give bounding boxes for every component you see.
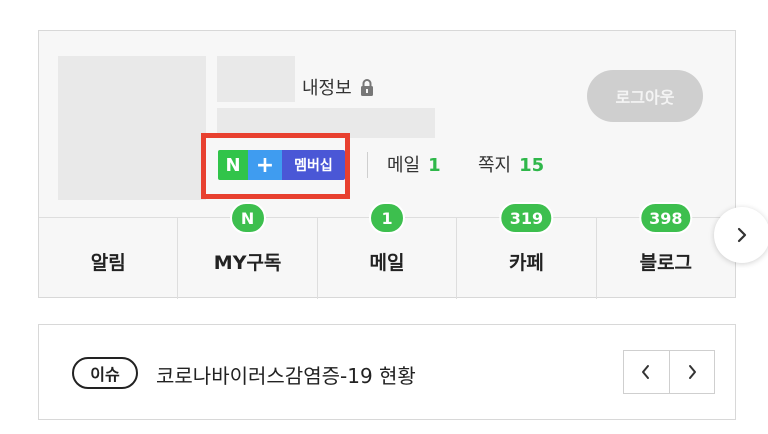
tab-label: 카페: [508, 252, 544, 274]
tab-notifications[interactable]: 알림: [39, 218, 177, 299]
plus-icon: +: [248, 150, 282, 180]
tab-badge: 398: [639, 202, 693, 234]
user-name-placeholder: [217, 56, 295, 102]
tabs-next-button[interactable]: [714, 207, 768, 263]
issue-tag: 이슈: [72, 357, 138, 389]
my-info-link[interactable]: 내정보: [302, 74, 374, 100]
tab-cafe[interactable]: 319 카페: [456, 202, 595, 299]
lock-icon: [360, 79, 373, 96]
mail-count: 1: [428, 155, 441, 176]
tab-mail[interactable]: 1 메일: [316, 202, 456, 299]
chevron-right-icon: [688, 365, 696, 379]
issue-prev-button[interactable]: [624, 351, 669, 393]
tab-badge: N: [229, 202, 266, 234]
issue-next-button[interactable]: [668, 351, 715, 393]
tab-badge: 319: [499, 202, 554, 234]
tab-label: 알림: [90, 252, 126, 274]
note-count: 15: [519, 155, 545, 176]
issue-headline[interactable]: 코로나바이러스감염증-19 현황: [156, 360, 416, 389]
profile-image-placeholder[interactable]: [58, 56, 206, 200]
account-panel: 내정보 로그아웃 N + 멤버십 메일 1 쪽지 15 알림 N MY구독 1 메일: [38, 30, 736, 299]
issue-pager: [623, 350, 715, 394]
my-info-label: 내정보: [302, 78, 352, 99]
chevron-right-icon: [737, 227, 747, 243]
membership-badge[interactable]: N + 멤버십: [218, 150, 345, 180]
tab-my-subscriptions[interactable]: N MY구독: [177, 202, 316, 299]
divider: [367, 152, 368, 178]
service-tabs: 알림 N MY구독 1 메일 319 카페 398 블로그: [39, 202, 735, 299]
tab-label: 블로그: [639, 252, 693, 274]
logout-button[interactable]: 로그아웃: [587, 70, 703, 122]
membership-label: 멤버십: [282, 150, 345, 180]
chevron-left-icon: [642, 365, 650, 379]
issue-box: 이슈 코로나바이러스감염증-19 현황: [38, 324, 736, 420]
tab-label: 메일: [369, 252, 405, 274]
note-count-link[interactable]: 쪽지 15: [478, 151, 544, 177]
tab-badge: 1: [369, 202, 406, 234]
mail-count-link[interactable]: 메일 1: [387, 151, 441, 177]
tab-label: MY구독: [213, 252, 282, 274]
note-label: 쪽지: [478, 155, 512, 176]
naver-n-icon: N: [218, 150, 248, 180]
mail-label: 메일: [387, 155, 421, 176]
